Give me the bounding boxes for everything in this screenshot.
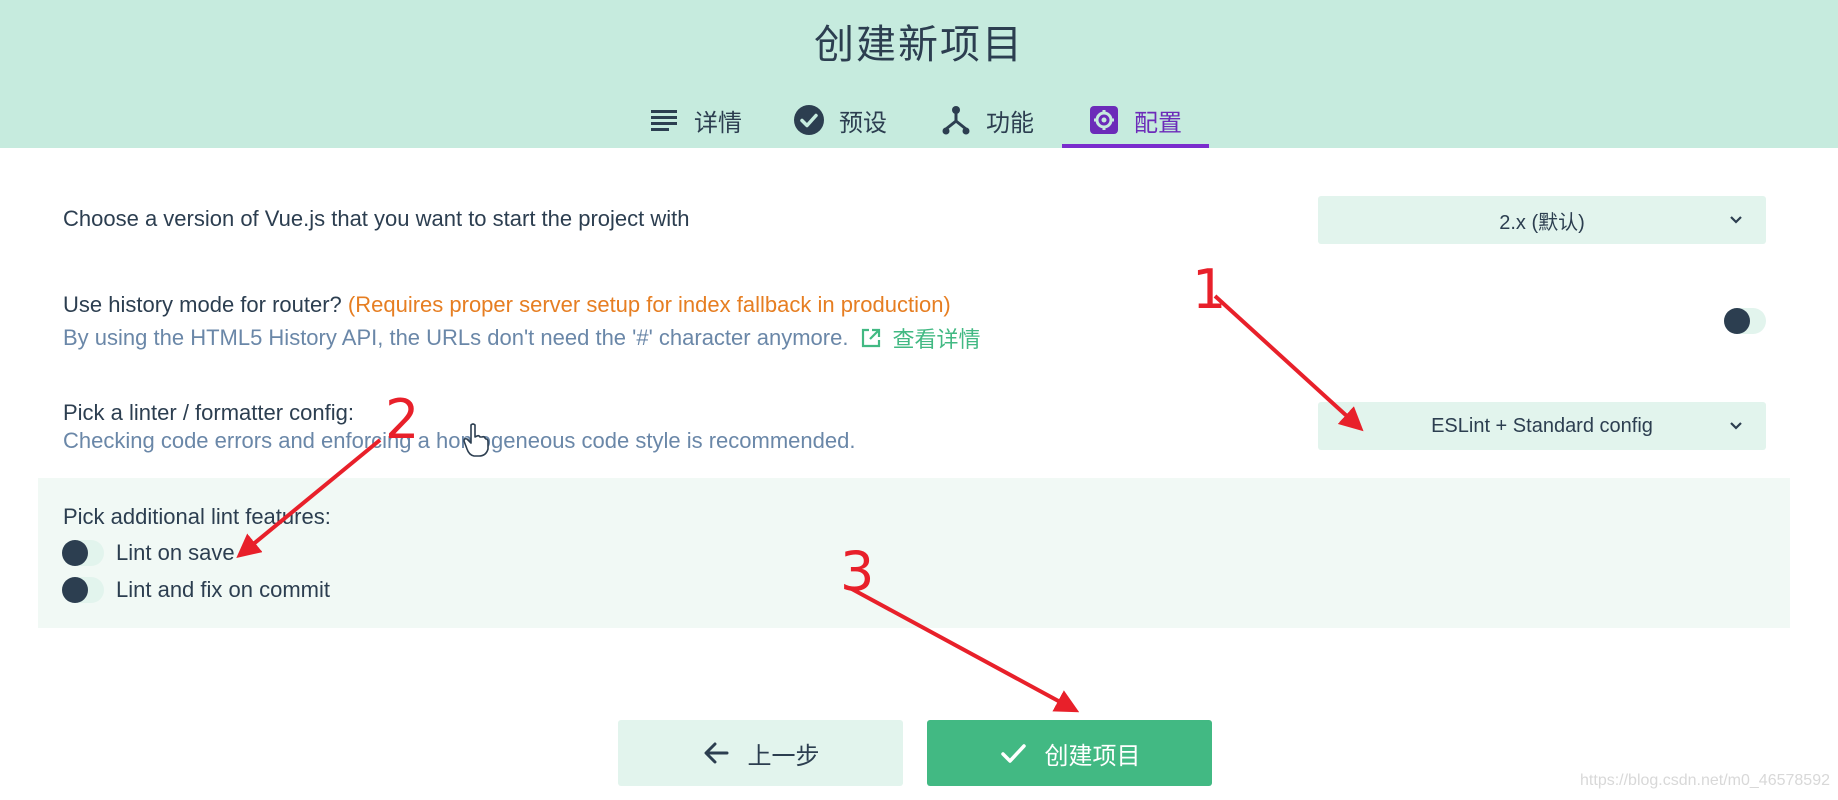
external-link-icon	[860, 327, 882, 349]
tab-bar: 详情 预设 功能 配置	[0, 92, 1838, 148]
previous-button-label: 上一步	[747, 742, 820, 770]
history-mode-description: By using the HTML5 History API, the URLs…	[63, 325, 849, 350]
vue-version-value: 2.x (默认)	[1499, 211, 1585, 234]
lint-features-panel	[38, 478, 1790, 628]
more-info-link[interactable]: 查看详情	[860, 322, 980, 354]
lint-on-save-label: Lint on save	[116, 540, 235, 565]
gear-icon	[1088, 104, 1120, 136]
feature-branch-icon	[940, 104, 972, 136]
lint-on-commit-label: Lint and fix on commit	[116, 577, 330, 602]
tab-presets-label: 预设	[839, 109, 887, 137]
tab-features-label: 功能	[986, 109, 1034, 137]
history-mode-label: Use history mode for router?	[63, 292, 342, 317]
tab-features[interactable]: 功能	[940, 92, 1034, 148]
linter-description: Checking code errors and enforcing a hom…	[63, 428, 856, 453]
annotation-marker-2: 2	[385, 388, 420, 451]
linter-select[interactable]: ESLint + Standard config	[1318, 402, 1766, 450]
lint-features-label: Pick additional lint features:	[63, 504, 331, 529]
annotation-marker-3: 3	[840, 540, 875, 603]
chevron-down-icon	[1728, 210, 1744, 226]
lint-on-commit-toggle[interactable]	[62, 577, 104, 603]
header: 创建新项目 详情 预设 功能 配置	[0, 0, 1838, 148]
watermark: https://blog.csdn.net/m0_46578592	[1580, 772, 1830, 789]
previous-button[interactable]: 上一步	[618, 720, 903, 786]
tab-config-label: 配置	[1134, 109, 1182, 137]
create-project-button-label: 创建项目	[1044, 742, 1141, 770]
history-mode-toggle[interactable]	[1724, 308, 1766, 334]
toggle-knob	[62, 577, 88, 603]
hand-cursor-icon	[462, 422, 490, 458]
tab-presets[interactable]: 预设	[793, 92, 887, 148]
lint-on-commit-option[interactable]: Lint and fix on commit	[62, 577, 330, 603]
toggle-knob	[1724, 308, 1750, 334]
history-mode-warning: (Requires proper server setup for index …	[347, 292, 951, 317]
lint-on-save-option[interactable]: Lint on save	[62, 540, 235, 566]
list-icon	[648, 104, 680, 136]
check-icon	[999, 739, 1027, 767]
arrow-left-icon	[702, 739, 730, 767]
toggle-knob	[62, 540, 88, 566]
page-title: 创建新项目	[814, 23, 1024, 67]
create-project-button[interactable]: 创建项目	[927, 720, 1212, 786]
history-mode-label-row: Use history mode for router? (Requires p…	[63, 292, 951, 318]
check-circle-icon	[793, 104, 825, 136]
vue-version-select[interactable]: 2.x (默认)	[1318, 196, 1766, 244]
annotation-marker-1: 1	[1192, 258, 1227, 321]
tab-config[interactable]: 配置	[1088, 92, 1182, 148]
linter-label: Pick a linter / formatter config:	[63, 400, 354, 425]
more-info-label: 查看详情	[892, 327, 981, 352]
linter-value: ESLint + Standard config	[1431, 414, 1653, 437]
config-form: Choose a version of Vue.js that you want…	[0, 148, 1838, 800]
vue-version-label: Choose a version of Vue.js that you want…	[63, 206, 690, 231]
chevron-down-icon	[1728, 416, 1744, 432]
tab-details[interactable]: 详情	[648, 92, 742, 148]
tab-details-label: 详情	[694, 109, 742, 137]
history-mode-description-row: By using the HTML5 History API, the URLs…	[63, 322, 980, 354]
lint-on-save-toggle[interactable]	[62, 540, 104, 566]
